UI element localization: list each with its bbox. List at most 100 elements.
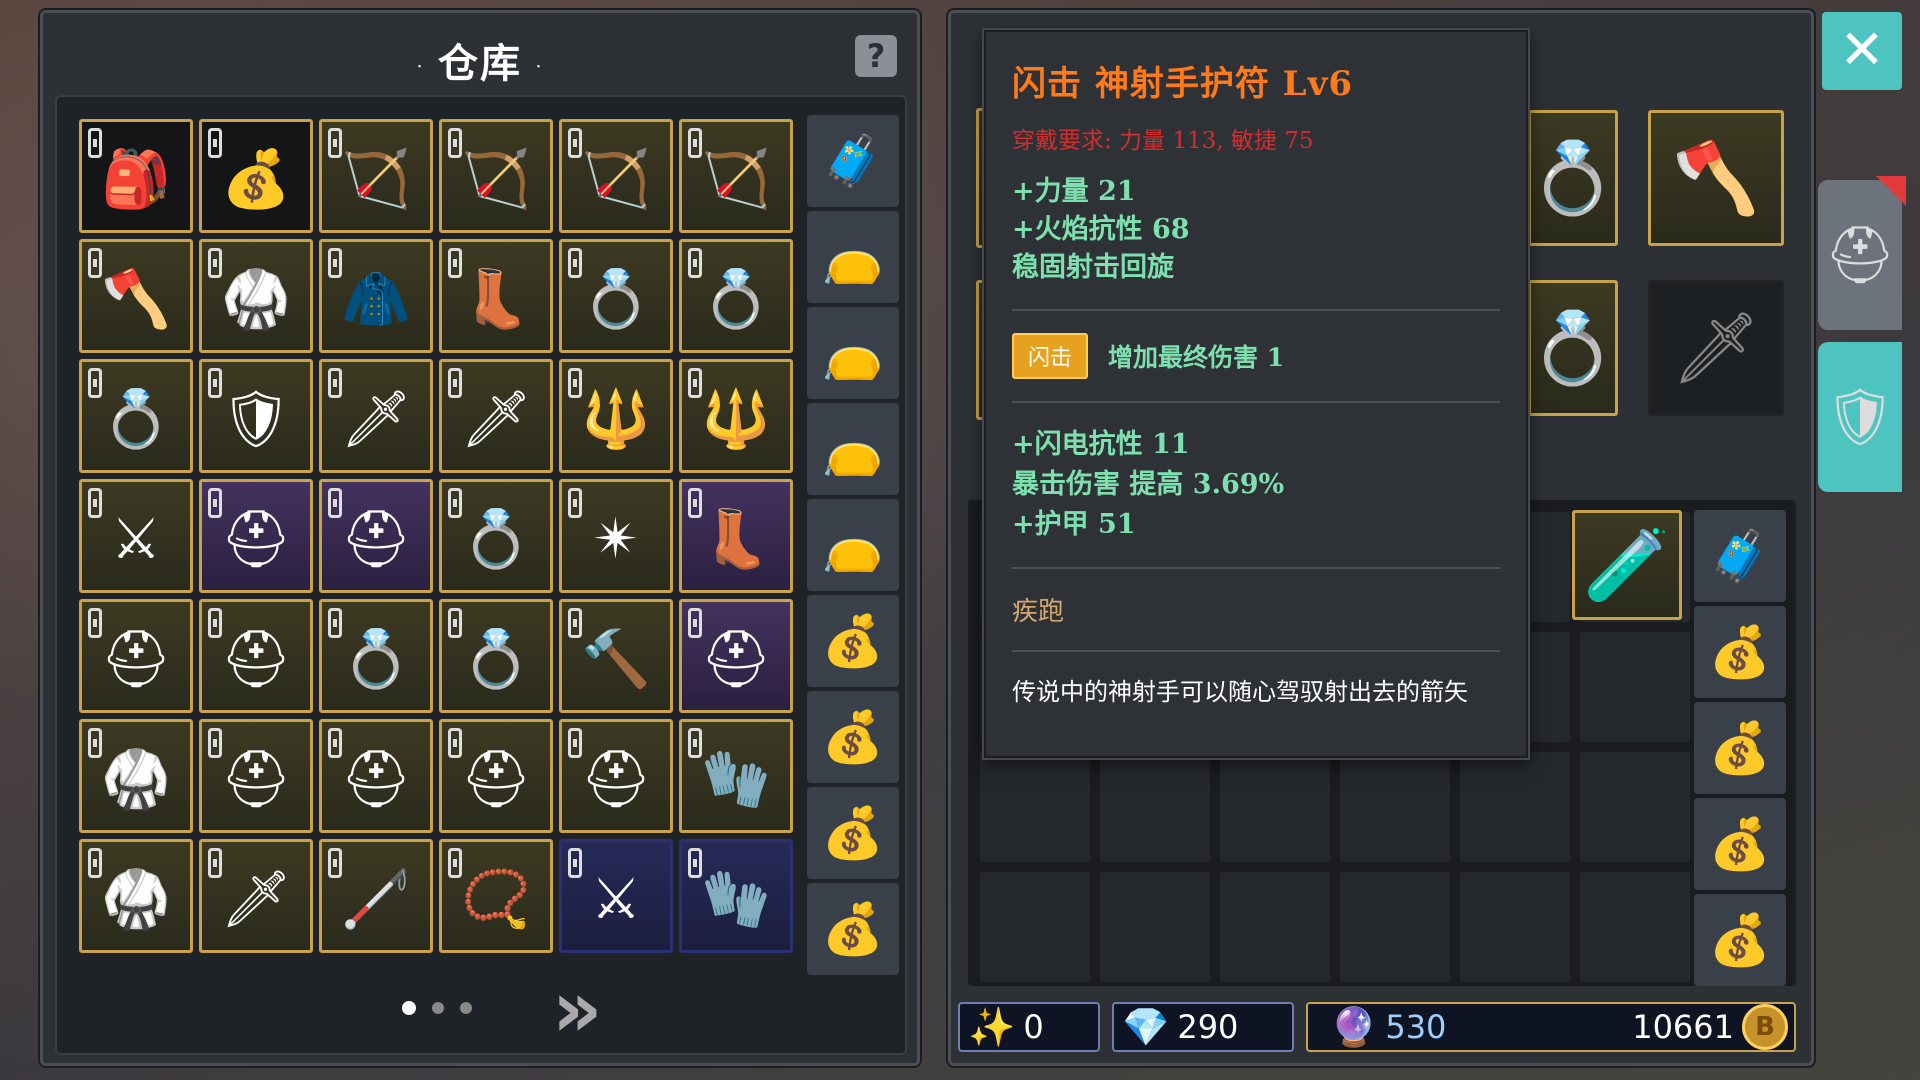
bag-cell[interactable] bbox=[1100, 872, 1210, 982]
warehouse-slot-red-spear-2[interactable]: 🔱 bbox=[679, 359, 793, 473]
page-dot-3[interactable] bbox=[460, 1002, 472, 1014]
warehouse-panel: · 仓库 · ? 🎒 💰 🏹 🏹 🏹 🏹 🪓 🥋 🧥 👢 💍 💍 💍 🛡 🗡 🗡 🔱 🔱 ⚔ ⛑ ⛑ 💍 ✴ 👢 ⛑ ⛑ 💍 💍 🔨 ⛑ 🥋 ⛑ ⛑… bbox=[40, 10, 920, 1066]
bag-cell[interactable] bbox=[1460, 752, 1570, 862]
warehouse-bag-slot[interactable]: 👝 bbox=[807, 403, 899, 495]
purple-bow-icon: 🏹 bbox=[341, 147, 411, 213]
warehouse-slot-great-helm[interactable]: ⛑ bbox=[199, 719, 313, 833]
tab-equipment[interactable]: ⛑ bbox=[1818, 176, 1906, 330]
bag-cell[interactable] bbox=[1220, 752, 1330, 862]
warehouse-slot-purple-bow[interactable]: 🏹 bbox=[319, 119, 433, 233]
bag-side-slot[interactable]: 💰 bbox=[1694, 702, 1786, 794]
warehouse-slot-spiked-bow[interactable]: 🏹 bbox=[439, 119, 553, 233]
warehouse-slot-iron-gauntlet[interactable]: 🧤 bbox=[679, 719, 793, 833]
bag-side-slot[interactable]: 💰 bbox=[1694, 894, 1786, 986]
divider bbox=[1012, 650, 1500, 652]
warehouse-slot-great-helm-4[interactable]: ⛑ bbox=[559, 719, 673, 833]
warehouse-bag-slot[interactable]: 💰 bbox=[807, 787, 899, 879]
warehouse-slot-gold-amulet[interactable]: ✴ bbox=[559, 479, 673, 593]
warehouse-slot-brown-sack[interactable]: 🎒 bbox=[79, 119, 193, 233]
lock-icon bbox=[568, 368, 582, 398]
equip-offhand-slot[interactable]: 🗡 bbox=[1648, 280, 1784, 416]
warehouse-slot-red-helm[interactable]: ⛑ bbox=[199, 599, 313, 713]
bag-cell[interactable] bbox=[1340, 872, 1450, 982]
bag-cell[interactable] bbox=[1580, 632, 1690, 742]
crystal-icon: 💎 bbox=[1122, 1004, 1170, 1049]
warehouse-slot-purple-helm-2[interactable]: ⛑ bbox=[319, 479, 433, 593]
spiked-bow-2-icon: 🏹 bbox=[581, 147, 651, 213]
bag-cell[interactable] bbox=[1340, 752, 1450, 862]
warehouse-bag-slot[interactable]: 👝 bbox=[807, 211, 899, 303]
bag-side-slot[interactable]: 🧳 bbox=[1694, 510, 1786, 602]
warehouse-bag-slot[interactable]: 💰 bbox=[807, 691, 899, 783]
purple-helm-2-icon: ⛑ bbox=[340, 507, 412, 573]
bag-cell[interactable] bbox=[1580, 752, 1690, 862]
helmet-icon: ⛑ bbox=[1824, 223, 1896, 288]
warehouse-slot-sapphire-ring[interactable]: 💍 bbox=[319, 599, 433, 713]
warehouse-slot-thorn-bow[interactable]: 🏹 bbox=[679, 119, 793, 233]
warehouse-slot-topaz-ring[interactable]: 💍 bbox=[439, 599, 553, 713]
black-sword-icon: 🗡 bbox=[220, 867, 292, 933]
warehouse-slot-hooded-helm[interactable]: ⛑ bbox=[679, 599, 793, 713]
page-dot-1[interactable] bbox=[402, 1001, 416, 1015]
bag-side-slot[interactable]: 💰 bbox=[1694, 798, 1786, 890]
spiked-mace-icon: 🔨 bbox=[581, 627, 651, 693]
warehouse-slot-spiked-bow-2[interactable]: 🏹 bbox=[559, 119, 673, 233]
red-spear-2-icon: 🔱 bbox=[701, 387, 771, 453]
warehouse-slot-iron-helm[interactable]: ⛑ bbox=[79, 599, 193, 713]
warehouse-slot-dark-sword[interactable]: ⚔ bbox=[79, 479, 193, 593]
warehouse-slot-black-sword[interactable]: 🗡 bbox=[199, 839, 313, 953]
warehouse-slot-purple-helm[interactable]: ⛑ bbox=[199, 479, 313, 593]
warehouse-slot-steel-gauntlet[interactable]: 🧤 bbox=[679, 839, 793, 953]
equip-weapon-slot[interactable]: 🪓 bbox=[1648, 110, 1784, 246]
warehouse-slot-leather-armor[interactable]: 🥋 bbox=[79, 719, 193, 833]
warehouse-slot-red-ring[interactable]: 💍 bbox=[79, 359, 193, 473]
bag-cell[interactable] bbox=[1580, 872, 1690, 982]
next-page-button[interactable]: » bbox=[552, 965, 603, 1055]
warehouse-slot-great-helm-2[interactable]: ⛑ bbox=[319, 719, 433, 833]
warehouse-slot-leather-boots[interactable]: 👢 bbox=[439, 239, 553, 353]
warehouse-slot-spiked-mace[interactable]: 🔨 bbox=[559, 599, 673, 713]
warehouse-slot-purple-dagger-2[interactable]: 🗡 bbox=[439, 359, 553, 473]
warehouse-slot-white-boots[interactable]: 👢 bbox=[679, 479, 793, 593]
equip-ring-slot-2[interactable]: 💍 bbox=[1528, 280, 1618, 416]
red-helm-icon: ⛑ bbox=[220, 627, 292, 693]
warehouse-bag-slot[interactable]: 💰 bbox=[807, 595, 899, 687]
bag-cell[interactable] bbox=[980, 752, 1090, 862]
warehouse-slot-wood-staff[interactable]: 🦯 bbox=[319, 839, 433, 953]
warehouse-slot-crossed-blades[interactable]: ⚔ bbox=[559, 839, 673, 953]
warehouse-slot-gold-necklace[interactable]: 📿 bbox=[439, 839, 553, 953]
warehouse-slot-red-cloak[interactable]: 🧥 bbox=[319, 239, 433, 353]
warehouse-slot-battle-axe[interactable]: 🪓 bbox=[79, 239, 193, 353]
warehouse-slot-ruby-ring[interactable]: 💍 bbox=[439, 479, 553, 593]
warehouse-slot-purple-dagger[interactable]: 🗡 bbox=[319, 359, 433, 473]
lock-icon bbox=[88, 488, 102, 518]
bag-cell[interactable] bbox=[1100, 752, 1210, 862]
bag-side-slot[interactable]: 💰 bbox=[1694, 606, 1786, 698]
equip-ring-slot-1[interactable]: 💍 bbox=[1528, 110, 1618, 246]
close-button[interactable]: ✕ bbox=[1822, 12, 1902, 90]
lock-icon bbox=[328, 848, 342, 878]
bag-cell[interactable] bbox=[1220, 872, 1330, 982]
warehouse-slot-red-armor[interactable]: 🥋 bbox=[79, 839, 193, 953]
red-armor-icon: 🥋 bbox=[101, 867, 171, 933]
warehouse-bag-slot[interactable]: 👝 bbox=[807, 499, 899, 591]
warehouse-slot-great-helm-3[interactable]: ⛑ bbox=[439, 719, 553, 833]
page-dot-2[interactable] bbox=[432, 1002, 444, 1014]
tab-inventory[interactable]: 🛡 bbox=[1818, 342, 1902, 492]
warehouse-bag-slot[interactable]: 🧳 bbox=[807, 115, 899, 207]
warehouse-slot-dark-robe[interactable]: 🥋 bbox=[199, 239, 313, 353]
bag-cell[interactable] bbox=[980, 872, 1090, 982]
lock-icon bbox=[328, 608, 342, 638]
item-title: 闪击 神射手护符 Lv6 bbox=[1012, 64, 1353, 104]
great-helm-icon: ⛑ bbox=[220, 747, 292, 813]
warehouse-slot-coin-pouch[interactable]: 💰 bbox=[199, 119, 313, 233]
warehouse-slot-red-spear[interactable]: 🔱 bbox=[559, 359, 673, 473]
warehouse-bag-slot[interactable]: 💰 bbox=[807, 883, 899, 975]
warehouse-slot-dark-armor[interactable]: 🛡 bbox=[199, 359, 313, 473]
bag-item-potion[interactable]: 🧪 bbox=[1572, 510, 1682, 620]
bag-cell[interactable] bbox=[1460, 872, 1570, 982]
help-button[interactable]: ? bbox=[855, 35, 897, 77]
warehouse-slot-frost-ring-2[interactable]: 💍 bbox=[679, 239, 793, 353]
warehouse-bag-slot[interactable]: 👝 bbox=[807, 307, 899, 399]
warehouse-slot-frost-ring[interactable]: 💍 bbox=[559, 239, 673, 353]
